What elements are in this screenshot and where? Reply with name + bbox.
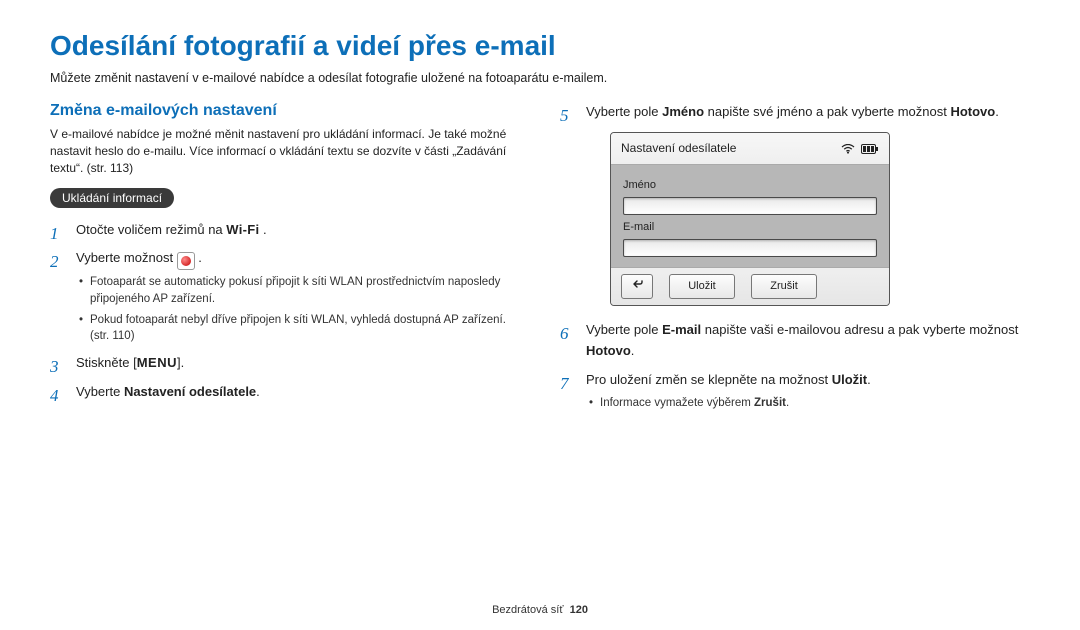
step-text: . <box>256 384 260 399</box>
step-text: Otočte voličem režimů na <box>76 222 226 237</box>
steps-right: Vyberte pole Jméno napište své jméno a p… <box>560 102 1030 412</box>
device-screenshot: Nastavení odesílatele Jm <box>610 132 890 306</box>
name-field[interactable] <box>623 197 877 215</box>
field-label-name: Jméno <box>623 177 877 195</box>
step-text: . <box>995 104 999 119</box>
device-body: Jméno E-mail <box>611 165 889 266</box>
bullet: Pokud fotoaparát nebyl dříve připojen k … <box>76 312 520 345</box>
device-status-icons <box>841 144 879 154</box>
step-text: Vyberte pole <box>586 322 662 337</box>
step-6: Vyberte pole E-mail napište vaši e-mailo… <box>560 320 1030 362</box>
step-text: Stiskněte [ <box>76 355 137 370</box>
device-titlebar: Nastavení odesílatele <box>611 133 889 165</box>
back-arrow-icon <box>630 278 644 296</box>
email-field[interactable] <box>623 239 877 257</box>
cancel-button[interactable]: Zrušit <box>751 274 817 300</box>
email-icon <box>177 252 195 270</box>
columns: Změna e-mailových nastavení V e-mailové … <box>50 102 1030 420</box>
step-2: Vyberte možnost . Fotoaparát se automati… <box>50 248 520 345</box>
page-footer: Bezdrátová síť 120 <box>0 604 1080 616</box>
step-5: Vyberte pole Jméno napište své jméno a p… <box>560 102 1030 307</box>
steps-left: Otočte voličem režimů na Wi-Fi . Vyberte… <box>50 220 520 403</box>
save-button[interactable]: Uložit <box>669 274 735 300</box>
back-button[interactable] <box>621 274 653 300</box>
page-number: 120 <box>570 604 588 616</box>
wifi-icon <box>841 144 855 154</box>
menu-label: MENU <box>137 355 177 370</box>
step-4: Vyberte Nastavení odesílatele. <box>50 382 520 403</box>
bold-text: Hotovo <box>586 343 631 358</box>
field-label-email: E-mail <box>623 219 877 237</box>
step-1: Otočte voličem režimů na Wi-Fi . <box>50 220 520 241</box>
step-text: Pro uložení změn se klepněte na možnost <box>586 372 832 387</box>
step-7: Pro uložení změn se klepněte na možnost … <box>560 370 1030 411</box>
footer-section: Bezdrátová síť <box>492 604 563 616</box>
step-text: . <box>259 222 266 237</box>
step-text: ]. <box>177 355 184 370</box>
bold-text: E-mail <box>662 322 701 337</box>
left-column: Změna e-mailových nastavení V e-mailové … <box>50 102 520 420</box>
bold-text: Uložit <box>832 372 867 387</box>
bold-text: Nastavení odesílatele <box>124 384 256 399</box>
step-text: . <box>867 372 871 387</box>
device-footer: Uložit Zrušit <box>611 267 889 306</box>
step-7-bullets: Informace vymažete výběrem Zrušit. <box>586 395 1030 412</box>
right-column: Vyberte pole Jméno napište své jméno a p… <box>560 102 1030 420</box>
bold-text: Jméno <box>662 104 704 119</box>
step-3: Stiskněte [MENU]. <box>50 353 520 374</box>
bullet: Informace vymažete výběrem Zrušit. <box>586 395 1030 412</box>
battery-icon <box>861 144 879 154</box>
step-text: napište své jméno a pak vyberte možnost <box>704 104 950 119</box>
bullet-text: . <box>786 397 789 409</box>
step-text: Vyberte <box>76 384 124 399</box>
subsection-desc: V e-mailové nabídce je možné měnit nasta… <box>50 126 520 178</box>
subsection-heading: Změna e-mailových nastavení <box>50 102 520 120</box>
step-text: . <box>631 343 635 358</box>
wifi-label: Wi-Fi <box>226 222 259 237</box>
intro-text: Můžete změnit nastavení v e-mailové nabí… <box>50 70 1030 88</box>
page-title: Odesílání fotografií a videí přes e-mail <box>50 30 1030 62</box>
step-2-bullets: Fotoaparát se automaticky pokusí připoji… <box>76 274 520 345</box>
bullet: Fotoaparát se automaticky pokusí připoji… <box>76 274 520 307</box>
step-text: Vyberte možnost <box>76 250 177 265</box>
bullet-text: Informace vymažete výběrem <box>600 397 754 409</box>
bold-text: Zrušit <box>754 397 786 409</box>
info-pill: Ukládání informací <box>50 188 174 208</box>
bold-text: Hotovo <box>950 104 995 119</box>
step-text: Vyberte pole <box>586 104 662 119</box>
step-text: . <box>195 250 202 265</box>
step-text: napište vaši e-mailovou adresu a pak vyb… <box>701 322 1018 337</box>
device-title: Nastavení odesílatele <box>621 139 736 158</box>
